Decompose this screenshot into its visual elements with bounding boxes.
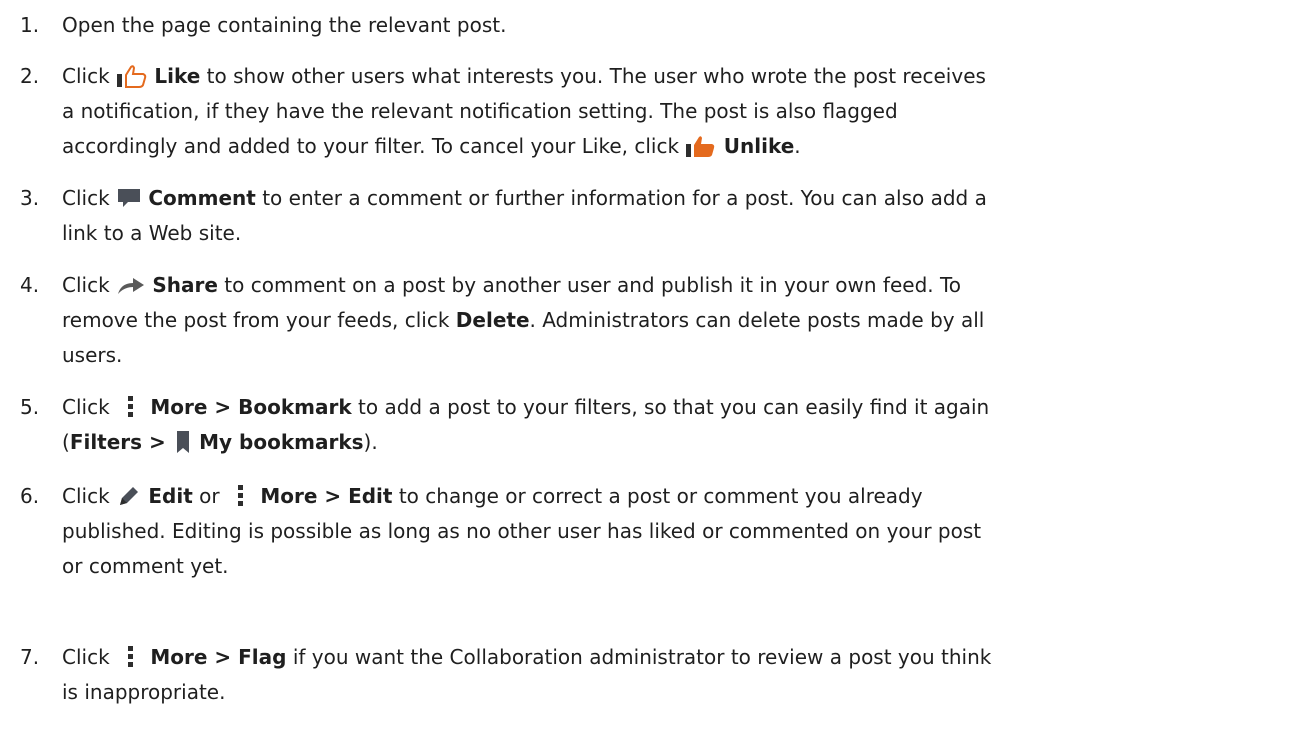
filters-label: Filters >	[69, 430, 173, 454]
text: Click	[62, 645, 117, 669]
like-label: Like	[154, 64, 201, 88]
step-line: (Filters > My bookmarks).	[62, 425, 1308, 460]
text: Click	[62, 395, 117, 419]
step-number: 3.	[20, 186, 40, 210]
step-number: 6.	[20, 484, 40, 508]
more-flag-label: More > Flag	[150, 645, 287, 669]
text: to change or correct a post or comment y…	[392, 484, 923, 508]
step-text: Click Comment to enter a comment or furt…	[62, 181, 1308, 251]
step-line: Click Comment to enter a comment or furt…	[62, 181, 1308, 216]
text: to show other users what interests you. …	[200, 64, 986, 88]
speech-bubble-icon	[116, 186, 142, 210]
vertical-ellipsis-icon	[226, 483, 254, 509]
text: to add a post to your filters, so that y…	[351, 395, 990, 419]
text: accordingly and added to your filter. To…	[62, 134, 686, 158]
step-text: Click Like to show other users what inte…	[62, 59, 1308, 164]
text: or	[192, 484, 226, 508]
step-line: Click Like to show other users what inte…	[62, 59, 1308, 94]
text: Click	[62, 484, 117, 508]
step-line: users.	[62, 343, 123, 367]
share-label: Share	[152, 273, 218, 297]
step-line: Click More > Bookmark to add a post to y…	[62, 390, 1308, 425]
thumbs-up-filled-icon	[685, 134, 717, 158]
step-line: Click Edit or More > Edit to change or c…	[62, 479, 1308, 514]
step-line: is inappropriate.	[62, 680, 226, 704]
text: . Administrators can delete posts made b…	[529, 308, 985, 332]
text: to enter a comment or further informatio…	[255, 186, 987, 210]
step-line: Click More > Flag if you want the Collab…	[62, 640, 1308, 675]
bookmark-icon	[173, 429, 193, 455]
step-number: 5.	[20, 395, 40, 419]
step-number: 1.	[20, 13, 40, 37]
text: Click	[62, 273, 117, 297]
vertical-ellipsis-icon	[116, 644, 144, 670]
step-text: Click More > Bookmark to add a post to y…	[62, 390, 1308, 460]
pencil-icon	[116, 483, 142, 509]
delete-label: Delete	[455, 308, 530, 332]
thumbs-up-outline-icon	[116, 64, 148, 88]
step-number: 4.	[20, 273, 40, 297]
steps-list: 1. Open the page containing the relevant…	[0, 0, 1309, 745]
step-line: Open the page containing the relevant po…	[62, 13, 507, 37]
step-text: Click Share to comment on a post by anot…	[62, 268, 1308, 373]
step-line: a notification, if they have the relevan…	[62, 99, 898, 123]
step-line: Click Share to comment on a post by anot…	[62, 268, 1308, 303]
step-line: published. Editing is possible as long a…	[62, 519, 982, 543]
step-text: Click More > Flag if you want the Collab…	[62, 640, 1308, 710]
edit-label: Edit	[148, 484, 193, 508]
step-text: Open the page containing the relevant po…	[62, 8, 1308, 43]
text: if you want the Collaboration administra…	[286, 645, 992, 669]
step-text: Click Edit or More > Edit to change or c…	[62, 479, 1308, 584]
step-number: 2.	[20, 64, 40, 88]
text: (	[62, 430, 70, 454]
text: to comment on a post by another user and…	[217, 273, 962, 297]
more-bookmark-label: More > Bookmark	[150, 395, 352, 419]
step-line: remove the post from your feeds, click D…	[62, 303, 1308, 338]
step-line: or comment yet.	[62, 554, 229, 578]
text: remove the post from your feeds, click	[62, 308, 456, 332]
text: .	[794, 134, 801, 158]
text: Click	[62, 64, 117, 88]
step-line: link to a Web site.	[62, 221, 242, 245]
unlike-label: Unlike	[723, 134, 795, 158]
share-arrow-icon	[116, 274, 146, 296]
my-bookmarks-label: My bookmarks	[199, 430, 364, 454]
step-line: accordingly and added to your filter. To…	[62, 129, 1308, 164]
step-number: 7.	[20, 645, 40, 669]
vertical-ellipsis-icon	[116, 394, 144, 420]
text: ).	[363, 430, 378, 454]
text: Click	[62, 186, 117, 210]
comment-label: Comment	[148, 186, 256, 210]
more-edit-label: More > Edit	[260, 484, 393, 508]
